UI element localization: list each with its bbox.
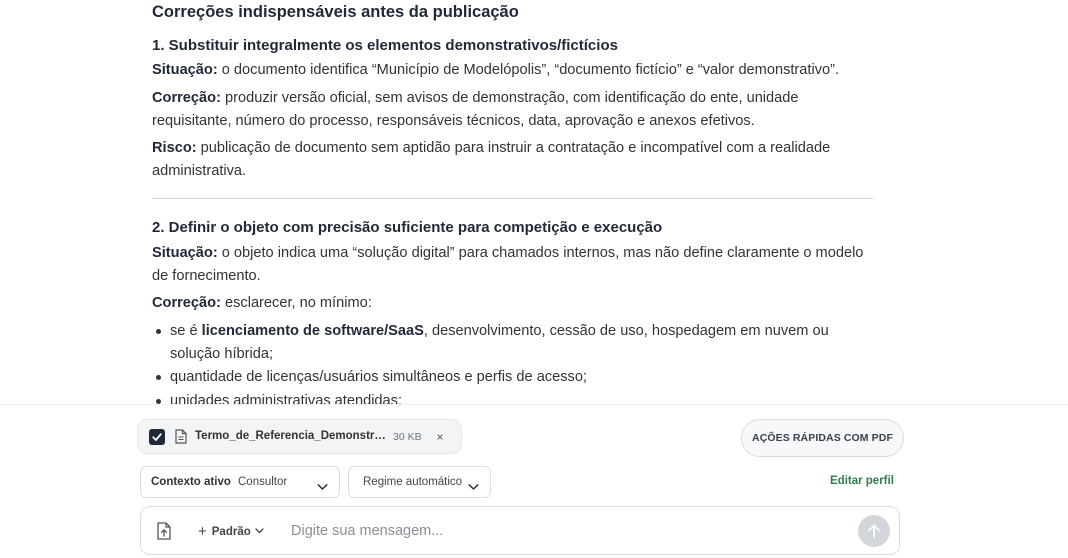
section-2-situacao: Situação: o objeto indica uma “solução d… xyxy=(152,242,872,287)
send-button[interactable] xyxy=(858,515,890,547)
edit-profile-link[interactable]: Editar perfil xyxy=(830,475,894,487)
situacao-label: Situação: xyxy=(152,62,218,78)
context-value: Consultor xyxy=(238,476,288,488)
correcao-label: Correção: xyxy=(152,295,221,311)
section-1-correcao: Correção: produzir versão oficial, sem a… xyxy=(152,87,872,132)
context-select[interactable]: Contexto ativo Consultor xyxy=(140,466,340,498)
response-heading: Correções indispensáveis antes da public… xyxy=(152,3,519,21)
regime-select[interactable]: Regime automático xyxy=(348,466,491,498)
composer-panel: Termo_de_Referencia_Demonstra... 30 KB ×… xyxy=(0,404,1068,558)
correcao-label: Correção: xyxy=(152,90,221,106)
section-2-title: 2. Definir o objeto com precisão suficie… xyxy=(152,219,663,236)
situacao-text: o objeto indica uma “solução digital” pa… xyxy=(152,245,864,284)
mode-label: Padrão xyxy=(211,526,251,538)
risco-text: publicação de documento sem aptidão para… xyxy=(152,140,831,179)
list-item: quantidade de licenças/usuários simultân… xyxy=(152,366,872,389)
list-item: se é licenciamento de software/SaaS, des… xyxy=(152,320,872,365)
chevron-down-icon xyxy=(317,478,328,496)
arrow-up-icon xyxy=(868,524,880,538)
list-item: unidades administrativas atendidas; xyxy=(152,390,872,404)
message-composer: + Padrão xyxy=(140,506,900,555)
chat-app: Correções indispensáveis antes da public… xyxy=(0,0,1068,558)
assistant-response: Correções indispensáveis antes da public… xyxy=(0,0,1068,404)
mode-selector-button[interactable]: + Padrão xyxy=(198,523,264,541)
regime-value: Regime automático xyxy=(363,476,463,488)
situacao-text: o documento identifica “Município de Mod… xyxy=(217,62,840,78)
chevron-down-icon xyxy=(468,478,479,496)
correcao-text: produzir versão oficial, sem avisos de d… xyxy=(152,90,799,129)
risco-label: Risco: xyxy=(152,140,197,156)
section-2-correcao: Correção: esclarecer, no mínimo: xyxy=(152,292,872,315)
plus-icon: + xyxy=(198,523,207,540)
chevron-down-icon xyxy=(255,525,264,537)
section-1-title: 1. Substituir integralmente os elementos… xyxy=(152,37,618,54)
section-1-situacao: Situação: o documento identifica “Municí… xyxy=(152,59,872,82)
section-1-risco: Risco: publicação de documento sem aptid… xyxy=(152,137,872,182)
file-icon xyxy=(175,429,187,449)
message-input[interactable] xyxy=(291,517,841,545)
attached-file-chip[interactable]: Termo_de_Referencia_Demonstra... 30 KB × xyxy=(137,419,462,454)
checkbox-checked-icon[interactable] xyxy=(149,429,165,445)
file-upload-icon[interactable] xyxy=(156,522,174,540)
correcao-bullet-list: se é licenciamento de software/SaaS, des… xyxy=(152,320,872,404)
context-label: Contexto ativo xyxy=(151,476,231,488)
file-name: Termo_de_Referencia_Demonstra... xyxy=(195,430,387,442)
quick-pdf-actions-button[interactable]: AÇÕES RÁPIDAS COM PDF xyxy=(741,419,904,457)
section-divider xyxy=(152,198,873,199)
file-size: 30 KB xyxy=(393,431,422,443)
correcao-text: esclarecer, no mínimo: xyxy=(220,295,372,311)
situacao-label: Situação: xyxy=(152,245,218,261)
close-icon[interactable]: × xyxy=(432,429,448,445)
